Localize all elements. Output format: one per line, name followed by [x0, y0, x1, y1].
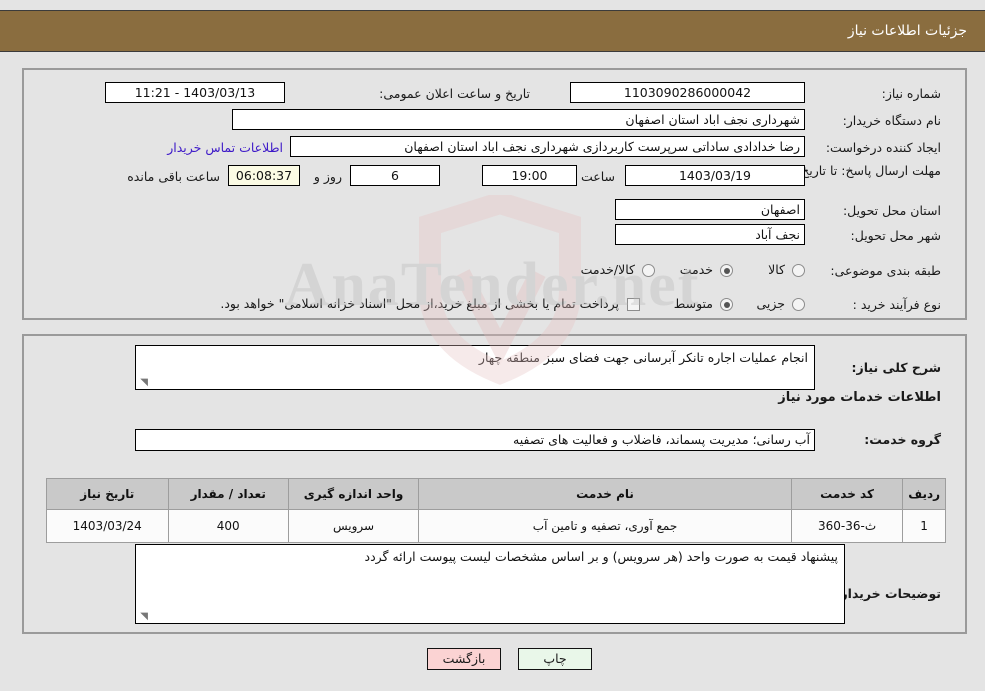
page-header: جزئیات اطلاعات نیاز	[0, 10, 985, 52]
summary-textarea[interactable]: انجام عملیات اجاره تانکر آبرسانی جهت فضا…	[135, 345, 815, 390]
radio-process-motevaset[interactable]	[720, 298, 733, 311]
category-label: طبقه بندی موضوعی:	[830, 263, 941, 278]
province-value: اصفهان	[615, 199, 805, 220]
summary-text: انجام عملیات اجاره تانکر آبرسانی جهت فضا…	[478, 350, 808, 365]
column-header-date: تاریخ نیاز	[46, 478, 169, 510]
radio-category-kala[interactable]	[792, 264, 805, 277]
service-group-label: گروه خدمت:	[864, 432, 941, 447]
buyer-notes-text: پیشنهاد قیمت به صورت واحد (هر سرویس) و ب…	[364, 549, 838, 564]
need-number-value: 1103090286000042	[570, 82, 805, 103]
announce-value: 11:21 - 1403/03/13	[105, 82, 285, 103]
hour-label: ساعت	[580, 169, 615, 184]
countdown-timer-value: 06:08:37	[228, 165, 300, 186]
radio-category-kala-label: کالا	[768, 262, 785, 277]
buyer-org-value: شهرداری نجف اباد استان اصفهان	[232, 109, 805, 130]
column-header-row: ردیف	[902, 478, 946, 510]
city-value: نجف آباد	[615, 224, 805, 245]
page-title: جزئیات اطلاعات نیاز	[847, 23, 967, 39]
radio-category-khedmat[interactable]	[720, 264, 733, 277]
cell-name: جمع آوری، تصفیه و تامین آب	[418, 509, 792, 543]
service-group-value: آب رسانی؛ مدیریت پسماند، فاضلاب و فعالیت…	[135, 429, 815, 451]
column-header-unit: واحد اندازه گیری	[287, 478, 420, 510]
checkbox-treasury-bonds-label: پرداخت تمام یا بخشی از مبلغ خرید،از محل …	[220, 296, 619, 311]
table-header-row: ردیف کد خدمت نام خدمت واحد اندازه گیری ت…	[46, 478, 946, 510]
buyer-org-label: نام دستگاه خریدار:	[842, 113, 941, 128]
checkbox-treasury-bonds[interactable]	[627, 298, 640, 311]
radio-process-jozei[interactable]	[792, 298, 805, 311]
deadline-hour-value: 19:00	[482, 165, 577, 186]
radio-category-kala-khedmat[interactable]	[642, 264, 655, 277]
cell-quantity: 400	[167, 509, 289, 543]
city-label: شهر محل تحویل:	[850, 228, 941, 243]
requester-label: ایجاد کننده درخواست:	[825, 140, 941, 155]
days-and-label: روز و	[313, 169, 342, 184]
process-label: نوع فرآیند خرید :	[852, 297, 941, 312]
services-table: ردیف کد خدمت نام خدمت واحد اندازه گیری ت…	[46, 478, 946, 543]
buyer-contact-link[interactable]: اطلاعات تماس خریدار	[167, 140, 283, 155]
requester-value: رضا خدادادی ساداتی سرپرست کاربردازی شهرد…	[290, 136, 805, 157]
resize-grip-icon[interactable]: ◥	[138, 378, 148, 388]
need-number-label: شماره نیاز:	[881, 86, 941, 101]
back-button[interactable]: بازگشت	[427, 648, 501, 670]
cell-unit: سرویس	[287, 509, 420, 543]
column-header-code: کد خدمت	[790, 478, 904, 510]
cell-row: 1	[902, 509, 946, 543]
column-header-quantity: تعداد / مقدار	[167, 478, 289, 510]
province-label: استان محل تحویل:	[842, 203, 941, 218]
resize-grip-icon[interactable]: ◥	[138, 612, 148, 622]
services-heading: اطلاعات خدمات مورد نیاز	[778, 390, 941, 405]
days-remaining-value: 6	[350, 165, 440, 186]
deadline-label: مهلت ارسال پاسخ: تا تاریخ:	[796, 163, 941, 178]
summary-label: شرح کلی نیاز:	[851, 360, 941, 375]
buyer-notes-textarea[interactable]: پیشنهاد قیمت به صورت واحد (هر سرویس) و ب…	[135, 544, 845, 624]
cell-code: ث-36-360	[790, 509, 904, 543]
announce-label: تاریخ و ساعت اعلان عمومی:	[379, 86, 530, 101]
radio-category-kala-khedmat-label: کالا/خدمت	[580, 262, 635, 277]
radio-process-jozei-label: جزیی	[756, 296, 785, 311]
radio-process-motevaset-label: متوسط	[673, 296, 713, 311]
remaining-suffix-label: ساعت باقی مانده	[127, 169, 220, 184]
print-button[interactable]: چاپ	[518, 648, 592, 670]
deadline-date-value: 1403/03/19	[625, 165, 805, 186]
radio-category-khedmat-label: خدمت	[679, 262, 713, 277]
buyer-notes-label: توضیحات خریدار:	[835, 586, 941, 601]
table-row: 1 ث-36-360 جمع آوری، تصفیه و تامین آب سر…	[46, 509, 946, 543]
column-header-name: نام خدمت	[418, 478, 792, 510]
cell-date: 1403/03/24	[46, 509, 169, 543]
need-info-panel	[22, 68, 967, 320]
